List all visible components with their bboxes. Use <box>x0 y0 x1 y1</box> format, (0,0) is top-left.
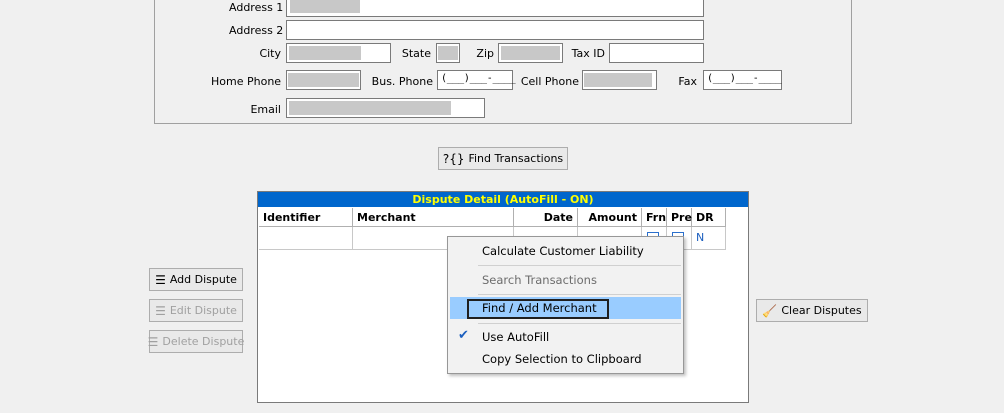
focus-rectangle <box>467 299 609 319</box>
menu-separator <box>478 323 681 324</box>
email-redacted <box>289 101 451 115</box>
clear-disputes-button[interactable]: 🧹 Clear Disputes <box>756 299 868 322</box>
bus-phone-field[interactable]: (___)___-____ <box>437 70 516 90</box>
email-field[interactable] <box>286 98 485 118</box>
customer-info-panel: Address 1 Address 2 City State Zip Tax I… <box>154 0 852 124</box>
broom-icon: 🧹 <box>762 303 778 318</box>
fax-value: (___)___-____ <box>707 73 782 84</box>
city-label: City <box>259 47 281 60</box>
column-header-frn[interactable]: Frn <box>642 208 667 227</box>
state-field[interactable] <box>436 43 460 63</box>
checkmark-icon: ✔ <box>458 328 469 343</box>
home-phone-redacted <box>288 73 359 87</box>
taxid-label: Tax ID <box>571 47 605 60</box>
address2-label: Address 2 <box>229 24 284 37</box>
add-rows-icon: ☰ <box>155 272 166 287</box>
cell-dr[interactable]: N <box>692 227 726 250</box>
column-header-identifier[interactable]: Identifier <box>259 208 353 227</box>
bus-phone-value: (___)___-____ <box>441 73 516 84</box>
state-redacted <box>438 46 458 60</box>
bus-phone-label: Bus. Phone <box>371 75 433 88</box>
city-field[interactable] <box>286 43 391 63</box>
menu-item-search-transactions: Search Transactions <box>482 273 597 287</box>
add-dispute-label: Add Dispute <box>169 273 237 286</box>
column-header-amount[interactable]: Amount <box>578 208 642 227</box>
delete-dispute-button[interactable]: ☰ Delete Dispute <box>147 330 245 353</box>
dr-value: N <box>696 231 705 244</box>
delete-dispute-label: Delete Dispute <box>162 335 245 348</box>
zip-label: Zip <box>476 47 494 60</box>
cell-phone-label: Cell Phone <box>520 75 579 88</box>
state-label: State <box>401 47 431 60</box>
column-header-date[interactable]: Date <box>514 208 578 227</box>
zip-field[interactable] <box>498 43 563 63</box>
address1-redacted <box>290 0 360 13</box>
find-transactions-button[interactable]: ?{} Find Transactions <box>438 147 568 170</box>
delete-rows-icon: ☰ <box>147 334 159 349</box>
menu-item-use-autofill[interactable]: Use AutoFill <box>450 326 681 348</box>
edit-dispute-label: Edit Dispute <box>169 304 237 317</box>
home-phone-label: Home Phone <box>211 75 282 88</box>
find-transactions-label: Find Transactions <box>468 152 564 165</box>
menu-item-calculate-liability[interactable]: Calculate Customer Liability <box>450 240 681 262</box>
cell-phone-redacted <box>584 73 652 87</box>
menu-separator <box>478 265 681 266</box>
grid-title: Dispute Detail (AutoFill - ON) <box>258 192 748 207</box>
context-menu: Calculate Customer Liability Search Tran… <box>447 236 684 374</box>
zip-redacted <box>501 46 560 60</box>
address1-field[interactable] <box>286 0 704 17</box>
question-bracket-icon: ?{} <box>442 151 465 166</box>
column-header-merchant[interactable]: Merchant <box>353 208 514 227</box>
fax-field[interactable]: (___)___-____ <box>703 70 782 90</box>
city-redacted <box>289 46 361 60</box>
email-label: Email <box>250 103 281 116</box>
cell-identifier[interactable] <box>259 227 353 250</box>
home-phone-field[interactable] <box>286 70 361 90</box>
column-header-pre[interactable]: Pre <box>667 208 692 227</box>
taxid-field[interactable] <box>609 43 704 63</box>
menu-item-copy-selection[interactable]: Copy Selection to Clipboard <box>450 348 681 370</box>
column-header-dr[interactable]: DR <box>692 208 726 227</box>
fax-label: Fax <box>678 75 697 88</box>
menu-separator <box>478 294 681 295</box>
clear-disputes-label: Clear Disputes <box>781 304 862 317</box>
add-dispute-button[interactable]: ☰ Add Dispute <box>149 268 243 291</box>
edit-rows-icon: ☰ <box>155 303 166 318</box>
cell-phone-field[interactable] <box>582 70 657 90</box>
address2-field[interactable] <box>286 20 704 40</box>
edit-dispute-button[interactable]: ☰ Edit Dispute <box>149 299 243 322</box>
address1-label: Address 1 <box>229 1 284 14</box>
